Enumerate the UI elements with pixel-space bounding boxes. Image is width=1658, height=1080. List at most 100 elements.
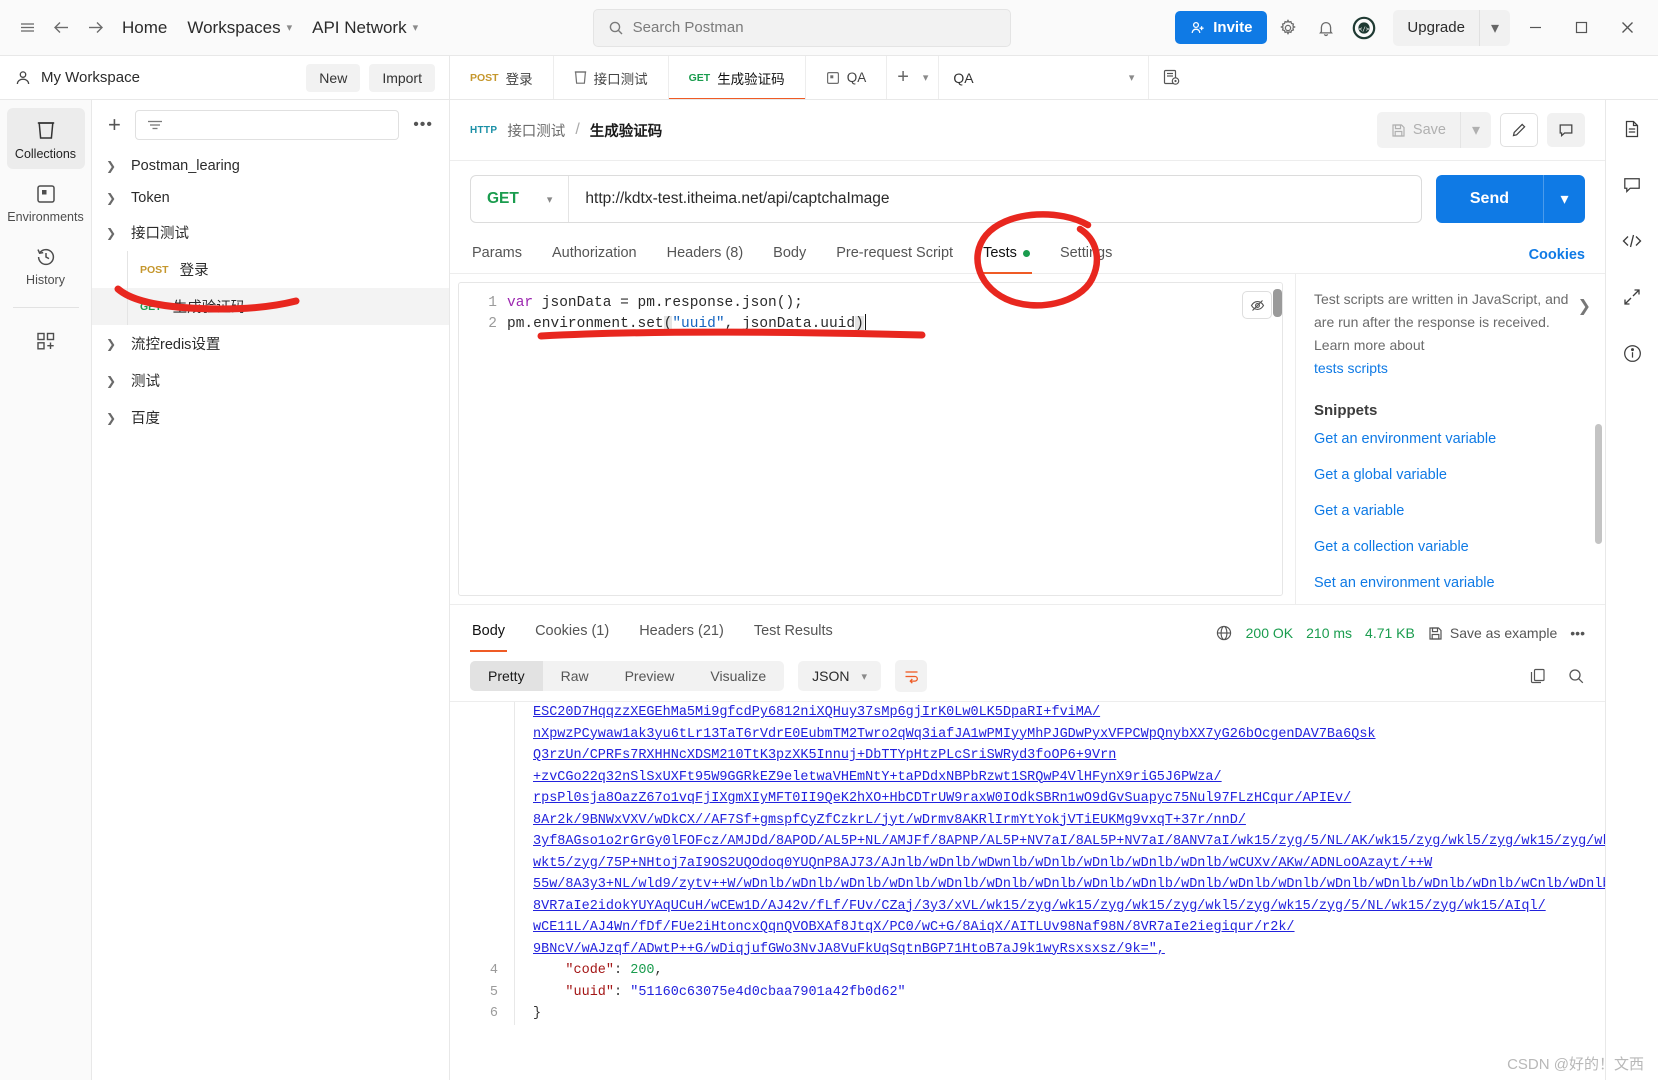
fork-changes-icon[interactable] <box>1615 282 1649 312</box>
response-body-json[interactable]: ESC20D7HqqzzXEGEhMa5Mi9gfcdPy6812niXQHuy… <box>450 701 1605 1080</box>
tree-item-token[interactable]: ❯ Token <box>92 182 449 214</box>
view-mode-pretty[interactable]: Pretty <box>470 661 543 691</box>
tab-pre-request-script[interactable]: Pre-request Script <box>834 237 955 273</box>
bell-icon[interactable] <box>1309 11 1343 45</box>
editor-scrollbar[interactable] <box>1273 289 1282 317</box>
response-tab-body[interactable]: Body <box>470 615 508 652</box>
save-chevron-down-icon[interactable]: ▾ <box>1459 112 1491 148</box>
new-tab-button[interactable]: + <box>897 66 909 89</box>
tree-item-baidu[interactable]: ❯ 百度 <box>92 399 449 436</box>
sidebar-create-new-button[interactable]: + <box>104 114 125 136</box>
tab-body[interactable]: Body <box>771 237 808 273</box>
tree-item-ceshi[interactable]: ❯ 测试 <box>92 362 449 399</box>
import-button[interactable]: Import <box>369 63 435 92</box>
invite-button[interactable]: Invite <box>1175 11 1268 44</box>
snippet-get-environment-variable[interactable]: Get an environment variable <box>1314 431 1587 447</box>
sidebar-item-history[interactable]: History <box>7 236 85 295</box>
tree-item-jiekouceshi[interactable]: ❯ 接口测试 <box>92 214 449 251</box>
search-input[interactable]: Search Postman <box>592 8 1011 47</box>
window-maximize-button[interactable] <box>1560 9 1602 47</box>
eye-icon[interactable] <box>1242 291 1272 319</box>
sidebar-item-environments[interactable]: Environments <box>7 173 85 232</box>
snippet-get-global-variable[interactable]: Get a global variable <box>1314 467 1587 483</box>
tree-item-login[interactable]: POST 登录 <box>92 251 449 288</box>
search-icon[interactable] <box>1567 667 1585 685</box>
tab-environment-qa[interactable]: QA <box>806 56 888 99</box>
json-line-number <box>450 788 514 810</box>
workspaces-menu[interactable]: Workspaces ▾ <box>177 12 302 44</box>
globe-icon[interactable] <box>1215 624 1233 642</box>
snippet-get-collection-variable[interactable]: Get a collection variable <box>1314 539 1587 555</box>
response-format-selector[interactable]: JSON ▾ <box>798 661 882 691</box>
json-gutter-bar <box>514 981 515 1003</box>
upgrade-chevron-down-icon[interactable]: ▾ <box>1478 9 1510 46</box>
tab-tests[interactable]: Tests <box>981 237 1032 274</box>
response-tab-cookies[interactable]: Cookies (1) <box>533 615 611 651</box>
tab-params[interactable]: Params <box>470 237 524 273</box>
save-group: Save ▾ <box>1376 112 1491 148</box>
wrap-lines-icon[interactable] <box>895 660 928 692</box>
upgrade-button[interactable]: Upgrade <box>1393 11 1479 44</box>
tab-login[interactable]: POST 登录 <box>450 56 554 99</box>
api-network-menu[interactable]: API Network ▾ <box>302 12 428 44</box>
snippet-set-environment-variable[interactable]: Set an environment variable <box>1314 575 1587 591</box>
postman-account-icon[interactable]: </> <box>1347 11 1381 45</box>
view-mode-preview[interactable]: Preview <box>607 661 693 691</box>
response-tab-headers[interactable]: Headers (21) <box>637 615 726 651</box>
tab-collection-jiekouceshi[interactable]: 接口测试 <box>554 56 669 99</box>
hamburger-icon[interactable] <box>10 11 44 45</box>
save-button[interactable]: Save <box>1377 114 1460 146</box>
help-panel-scrollbar[interactable] <box>1595 424 1602 544</box>
environment-selector[interactable]: QA ▾ <box>938 56 1148 99</box>
send-button[interactable]: Send <box>1435 175 1543 223</box>
home-link[interactable]: Home <box>112 12 177 44</box>
breadcrumb-parent[interactable]: 接口测试 <box>507 120 565 141</box>
new-button[interactable]: New <box>306 63 361 92</box>
tab-generate-captcha[interactable]: GET 生成验证码 <box>668 56 806 99</box>
save-as-example-button[interactable]: Save as example <box>1428 625 1557 641</box>
sidebar-item-collections[interactable]: Collections <box>6 108 85 169</box>
info-icon[interactable] <box>1615 338 1649 368</box>
documentation-icon[interactable] <box>1615 114 1649 144</box>
http-method-selector[interactable]: GET ▾ <box>471 176 570 222</box>
save-icon <box>1391 123 1406 138</box>
code-content[interactable]: var jsonData = pm.response.json(); pm.env… <box>507 283 1282 595</box>
method-url-group: GET ▾ <box>470 175 1422 223</box>
sidebar-item-new-module[interactable] <box>7 320 85 360</box>
collection-icon <box>574 70 587 85</box>
forward-arrow-icon[interactable] <box>78 11 112 45</box>
gear-icon[interactable] <box>1271 11 1305 45</box>
tab-headers[interactable]: Headers (8) <box>665 237 746 273</box>
snippet-get-variable[interactable]: Get a variable <box>1314 503 1587 519</box>
cookies-link[interactable]: Cookies <box>1529 247 1585 263</box>
back-arrow-icon[interactable] <box>44 11 78 45</box>
response-more-button[interactable]: ••• <box>1570 625 1585 641</box>
workspaces-label: Workspaces <box>187 17 281 37</box>
code-snippet-icon[interactable] <box>1615 226 1649 256</box>
tests-scripts-link[interactable]: tests scripts <box>1314 360 1388 376</box>
top-bar: Home Workspaces ▾ API Network ▾ Search P… <box>0 0 1658 56</box>
response-tab-test-results[interactable]: Test Results <box>752 615 835 651</box>
view-mode-visualize[interactable]: Visualize <box>692 661 784 691</box>
sidebar-more-button[interactable]: ••• <box>409 116 437 134</box>
window-close-button[interactable] <box>1606 9 1648 47</box>
tree-item-liukong-redis[interactable]: ❯ 流控redis设置 <box>92 325 449 362</box>
tab-list-chevron-down-icon[interactable]: ▾ <box>923 71 929 84</box>
window-minimize-button[interactable] <box>1514 9 1556 47</box>
comment-icon[interactable] <box>1547 113 1585 147</box>
url-input[interactable] <box>569 176 1421 222</box>
eye-preview-icon[interactable] <box>1148 56 1194 99</box>
pencil-icon[interactable] <box>1500 113 1538 147</box>
sidebar-filter-input[interactable] <box>134 110 400 140</box>
send-chevron-down-icon[interactable]: ▾ <box>1543 175 1585 223</box>
view-mode-raw[interactable]: Raw <box>543 661 607 691</box>
copy-icon[interactable] <box>1529 667 1547 685</box>
tree-item-generate-captcha[interactable]: GET 生成验证码 <box>92 288 449 325</box>
comments-icon[interactable] <box>1615 170 1649 200</box>
test-script-editor[interactable]: 1 2 var jsonData = pm.response.json(); pm… <box>458 282 1283 596</box>
http-protocol-badge: HTTP <box>470 124 498 136</box>
tab-settings[interactable]: Settings <box>1058 237 1114 273</box>
tree-item-postman-learing[interactable]: ❯ Postman_learing <box>92 150 449 182</box>
tab-authorization[interactable]: Authorization <box>550 237 639 273</box>
collapse-help-chevron-right-icon[interactable]: ❯ <box>1578 296 1591 316</box>
